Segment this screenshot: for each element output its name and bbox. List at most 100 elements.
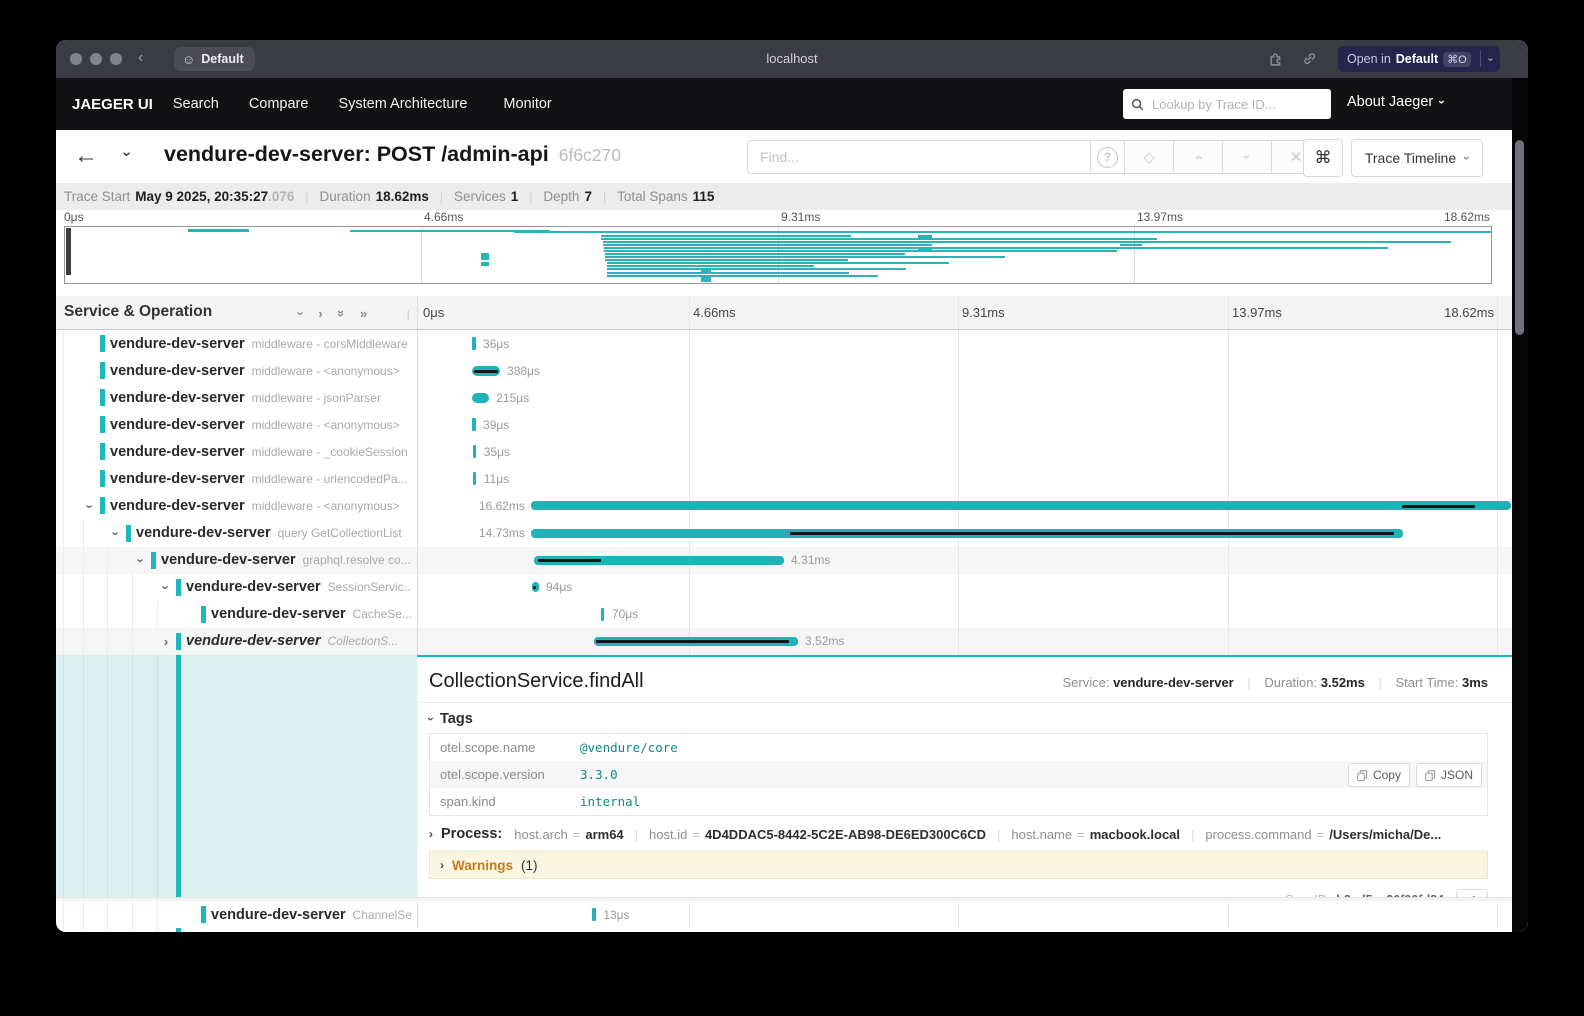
copy-link-icon[interactable] bbox=[1301, 50, 1318, 67]
tag-key: otel.scope.name bbox=[430, 740, 580, 755]
extensions-puzzle-icon[interactable] bbox=[1268, 50, 1285, 67]
minimap-tick-label: 0μs bbox=[64, 210, 84, 224]
span-name-group[interactable]: vendure-dev-servermiddleware - <anonymou… bbox=[110, 357, 411, 384]
span-bar[interactable] bbox=[592, 908, 596, 921]
trace-minimap[interactable] bbox=[64, 226, 1492, 284]
span-name-group[interactable]: vendure-dev-servergraphql.resolve co... bbox=[161, 547, 411, 574]
span-row[interactable]: › vendure-dev-serverquery GetCollectionLi… bbox=[56, 520, 1512, 547]
span-name-group[interactable]: vendure-dev-serverCollectionS... bbox=[186, 628, 411, 655]
span-row[interactable]: › vendure-dev-servergraphql.resolve co...… bbox=[56, 547, 1512, 574]
indent-guide bbox=[63, 574, 64, 601]
warnings-accordion[interactable]: › Warnings (1) bbox=[429, 851, 1488, 879]
span-duration-label: 13μs bbox=[603, 901, 629, 928]
nav-item-monitor[interactable]: Monitor bbox=[503, 96, 551, 112]
keyboard-shortcuts-button[interactable]: ⌘ bbox=[1303, 139, 1343, 177]
span-name-group[interactable]: vendure-dev-serverSessionServic... bbox=[186, 574, 411, 601]
span-row[interactable]: vendure-dev-serverCacheSe...70μs bbox=[56, 601, 1512, 628]
process-accordion[interactable]: › Process: host.arch=arm64|host.id=4D4DD… bbox=[429, 826, 1488, 842]
minimap-span bbox=[804, 244, 932, 246]
span-row[interactable]: vendure-dev-servermiddleware - <anonymou… bbox=[56, 357, 1512, 384]
span-name-group[interactable]: vendure-dev-servermiddleware - <anonymou… bbox=[110, 411, 411, 438]
next-result-button[interactable]: › bbox=[1223, 140, 1272, 174]
prev-result-button[interactable]: › bbox=[1174, 140, 1223, 174]
tag-row[interactable]: span.kindinternal bbox=[430, 788, 1487, 815]
collapse-all-icon[interactable]: » bbox=[334, 309, 349, 316]
stat-trace-start: Trace StartMay 9 2025, 20:35:27.076 bbox=[64, 189, 294, 204]
trace-id-search[interactable] bbox=[1123, 89, 1331, 119]
page-scrollbar[interactable] bbox=[1512, 78, 1528, 932]
span-row[interactable]: vendure-dev-servermiddleware - urlencode… bbox=[56, 465, 1512, 492]
trace-view-dropdown[interactable]: Trace Timeline › bbox=[1351, 139, 1483, 177]
span-row-channel[interactable]: vendure-dev-serverChannelServi... 13μs bbox=[56, 901, 1512, 928]
collapse-chevron-icon[interactable]: › bbox=[109, 520, 123, 547]
nav-item-search[interactable]: Search bbox=[173, 96, 219, 112]
span-name-group[interactable]: vendure-dev-serverCacheSe... bbox=[211, 601, 411, 628]
span-duration-label: 215μs bbox=[496, 384, 529, 411]
span-duration-label: 14.73ms bbox=[479, 520, 525, 547]
span-row[interactable]: vendure-dev-serverChannelServi... 13μs bbox=[56, 901, 1512, 928]
chevron-down-icon[interactable]: › bbox=[1485, 49, 1496, 68]
indent-guide bbox=[107, 547, 108, 574]
indent-guide bbox=[83, 628, 84, 655]
span-bar[interactable] bbox=[473, 445, 477, 458]
stat-duration: Duration18.62ms bbox=[320, 189, 429, 204]
span-row[interactable]: vendure-dev-servermiddleware - _cookieSe… bbox=[56, 438, 1512, 465]
about-jaeger-menu[interactable]: About Jaeger › bbox=[1347, 94, 1444, 110]
expand-all-icon[interactable]: » bbox=[360, 306, 367, 321]
span-row[interactable]: vendure-dev-servermiddleware - corsMiddl… bbox=[56, 330, 1512, 357]
copy-tags-button[interactable]: Copy bbox=[1348, 763, 1410, 787]
tags-accordion[interactable]: › Tags bbox=[429, 711, 1512, 727]
span-name-group[interactable]: vendure-dev-servermiddleware - corsMiddl… bbox=[110, 330, 411, 357]
minimap-drag-handle[interactable] bbox=[66, 228, 71, 275]
focus-span-button[interactable]: ◇ bbox=[1125, 140, 1174, 174]
jaeger-logo[interactable]: JAEGER UI bbox=[72, 96, 153, 113]
tag-row[interactable]: otel.scope.version3.3.0 bbox=[430, 761, 1487, 788]
collapse-one-icon[interactable]: › bbox=[294, 311, 309, 315]
span-name-group[interactable]: vendure-dev-servermiddleware - jsonParse… bbox=[110, 384, 411, 411]
span-name-group[interactable]: vendure-dev-servermiddleware - urlencode… bbox=[110, 465, 411, 492]
nav-item-system-architecture[interactable]: System Architecture bbox=[338, 96, 467, 112]
column-divider[interactable] bbox=[417, 296, 418, 329]
expand-chevron-icon[interactable]: › bbox=[159, 628, 173, 655]
span-link-button[interactable] bbox=[1456, 889, 1488, 897]
tag-key: otel.scope.version bbox=[430, 767, 580, 782]
back-arrow-icon[interactable]: ← bbox=[74, 142, 98, 170]
span-bar[interactable] bbox=[472, 337, 476, 350]
span-row[interactable]: vendure-dev-servermiddleware - jsonParse… bbox=[56, 384, 1512, 411]
tags-header-label: Tags bbox=[440, 711, 473, 727]
span-bar[interactable] bbox=[473, 472, 477, 485]
span-bar[interactable] bbox=[472, 418, 476, 431]
find-input[interactable] bbox=[747, 140, 1091, 174]
span-bar[interactable] bbox=[531, 501, 1511, 510]
open-in-default-button[interactable]: Open in Default ⌘O › bbox=[1338, 46, 1500, 72]
collapse-chevron-icon[interactable]: › bbox=[83, 492, 97, 519]
span-name-group[interactable]: vendure-dev-servermiddleware - <anonymou… bbox=[110, 492, 411, 519]
collapse-chevron-icon[interactable]: › bbox=[159, 574, 173, 601]
tag-row[interactable]: otel.scope.name@vendure/core bbox=[430, 734, 1487, 761]
stat-total-spans: Total Spans115 bbox=[617, 189, 714, 204]
column-resizer-handle[interactable]: ❘❘ bbox=[404, 310, 423, 321]
span-bar[interactable] bbox=[601, 608, 605, 621]
minimap-span bbox=[607, 262, 949, 264]
minimap-span bbox=[188, 229, 249, 232]
json-tags-button[interactable]: JSON bbox=[1416, 763, 1482, 787]
trace-id-input[interactable] bbox=[1150, 96, 1304, 113]
collapse-trace-chevron-icon[interactable]: › bbox=[124, 145, 129, 163]
span-service-name: vendure-dev-server bbox=[110, 336, 245, 352]
expand-one-icon[interactable]: › bbox=[318, 306, 322, 321]
span-name-group[interactable]: vendure-dev-serverquery GetCollectionLis… bbox=[136, 520, 411, 547]
find-help-button[interactable]: ? bbox=[1091, 140, 1125, 174]
timeline-gridline bbox=[1228, 901, 1229, 928]
nav-item-compare[interactable]: Compare bbox=[249, 96, 309, 112]
span-name-group[interactable]: vendure-dev-serverChannelServi... bbox=[211, 901, 411, 928]
shortcut-badge: ⌘O bbox=[1443, 52, 1471, 67]
span-bar[interactable] bbox=[472, 393, 489, 403]
collapse-chevron-icon[interactable]: › bbox=[134, 547, 148, 574]
span-name-group[interactable]: vendure-dev-servermiddleware - _cookieSe… bbox=[110, 438, 411, 465]
span-color-bar bbox=[176, 579, 181, 596]
span-row[interactable]: ›vendure-dev-serverSessionServic...94μs bbox=[56, 574, 1512, 601]
span-row[interactable]: ›vendure-dev-serverCollectionS...3.52ms bbox=[56, 628, 1512, 655]
scrollbar-thumb[interactable] bbox=[1515, 140, 1524, 335]
span-row[interactable]: vendure-dev-servermiddleware - <anonymou… bbox=[56, 411, 1512, 438]
span-row[interactable]: › vendure-dev-servermiddleware - <anonymo… bbox=[56, 492, 1512, 519]
